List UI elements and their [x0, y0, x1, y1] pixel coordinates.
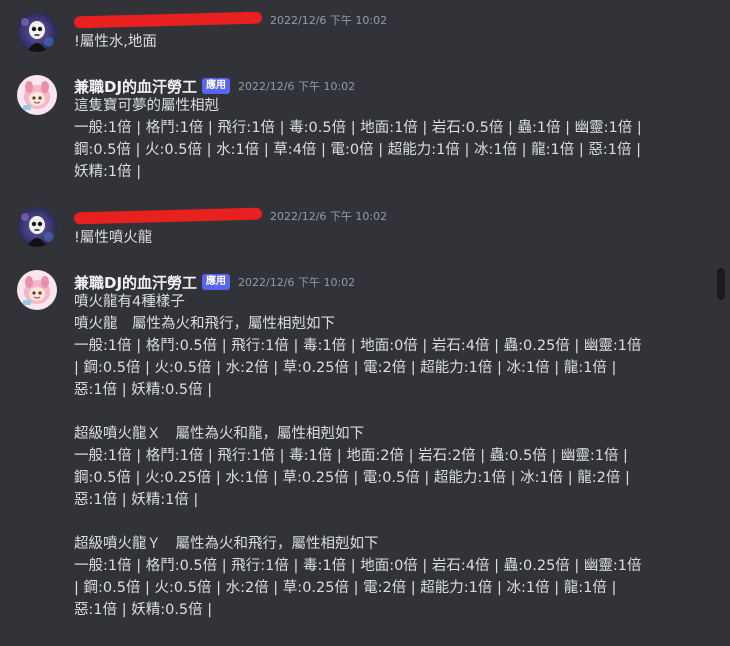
message-line: 鋼:0.5倍 | 火:0.25倍 | 水:1倍 | 草:0.25倍 | 電:0.… — [74, 470, 630, 486]
app-badge: 應用 — [202, 78, 231, 94]
redacted-username — [73, 11, 263, 29]
app-badge: 應用 — [202, 274, 231, 290]
user-avatar-bot[interactable] — [17, 270, 57, 310]
message-header: 2022/12/6 下午 10:02 — [73, 205, 387, 227]
scrollbar-thumb[interactable] — [717, 268, 725, 300]
message-line: 噴火龍有4種樣子 — [74, 294, 185, 310]
message-line: | 鋼:0.5倍 | 火:0.5倍 | 水:2倍 | 草:0.25倍 | 電:2… — [74, 360, 617, 376]
message-line: 惡:1倍 | 妖精:0.5倍 | — [74, 602, 213, 618]
message-line: 一般:1倍 | 格鬥:1倍 | 飛行:1倍 | 毒:1倍 | 地面:2倍 | 岩… — [74, 448, 628, 464]
username[interactable]: 兼職DJ的血汗勞工 — [74, 272, 197, 293]
timestamp[interactable]: 2022/12/6 下午 10:02 — [270, 12, 387, 28]
message-header: 兼職DJ的血汗勞工 應用 2022/12/6 下午 10:02 — [74, 75, 355, 97]
skull-avatar-icon — [17, 207, 57, 247]
pink-character-avatar-icon — [17, 270, 57, 310]
message-line: | 鋼:0.5倍 | 火:0.5倍 | 水:2倍 | 草:0.25倍 | 電:2… — [74, 580, 617, 596]
skull-avatar-icon — [17, 12, 57, 52]
timestamp[interactable]: 2022/12/6 下午 10:02 — [238, 78, 355, 94]
message-line: 惡:1倍 | 妖精:1倍 | — [74, 492, 199, 508]
message-line: 鋼:0.5倍 | 火:0.5倍 | 水:1倍 | 草:4倍 | 電:0倍 | 超… — [74, 142, 641, 158]
message-header: 兼職DJ的血汗勞工 應用 2022/12/6 下午 10:02 — [74, 271, 355, 293]
message-header: 2022/12/6 下午 10:02 — [73, 9, 387, 31]
message-line: 超級噴火龍Ｙ 屬性為火和飛行，屬性相剋如下 — [74, 536, 379, 552]
message-content: !屬性水,地面 — [74, 31, 674, 53]
redacted-username — [73, 207, 263, 225]
message-line: !屬性水,地面 — [74, 34, 157, 50]
message-line: 妖精:1倍 | — [74, 164, 142, 180]
user-avatar-bot[interactable] — [17, 75, 57, 115]
message-line: 超級噴火龍Ｘ 屬性為火和龍，屬性相剋如下 — [74, 426, 364, 442]
message-line: 一般:1倍 | 格鬥:0.5倍 | 飛行:1倍 | 毒:1倍 | 地面:0倍 |… — [74, 558, 642, 574]
message-line: !屬性噴火龍 — [74, 230, 153, 246]
timestamp[interactable]: 2022/12/6 下午 10:02 — [270, 208, 387, 224]
message-content: 噴火龍有4種樣子 噴火龍 屬性為火和飛行，屬性相剋如下 一般:1倍 | 格鬥:0… — [74, 291, 674, 621]
chat-messages-pane: 2022/12/6 下午 10:02 !屬性水,地面 兼職DJ的血汗勞工 應用 … — [0, 0, 730, 646]
message-line: 一般:1倍 | 格鬥:0.5倍 | 飛行:1倍 | 毒:1倍 | 地面:0倍 |… — [74, 338, 642, 354]
message-line: 噴火龍 屬性為火和飛行，屬性相剋如下 — [74, 316, 335, 332]
message-line: 一般:1倍 | 格鬥:1倍 | 飛行:1倍 | 毒:0.5倍 | 地面:1倍 |… — [74, 120, 642, 136]
username[interactable]: 兼職DJ的血汗勞工 — [74, 76, 197, 97]
user-avatar-skull[interactable] — [17, 207, 57, 247]
pink-character-avatar-icon — [17, 75, 57, 115]
timestamp[interactable]: 2022/12/6 下午 10:02 — [238, 274, 355, 290]
user-avatar-skull[interactable] — [17, 12, 57, 52]
message-content: 這隻寶可夢的屬性相剋 一般:1倍 | 格鬥:1倍 | 飛行:1倍 | 毒:0.5… — [74, 95, 674, 183]
message-line: 這隻寶可夢的屬性相剋 — [74, 98, 219, 114]
message-content: !屬性噴火龍 — [74, 227, 674, 249]
message-line: 惡:1倍 | 妖精:0.5倍 | — [74, 382, 213, 398]
